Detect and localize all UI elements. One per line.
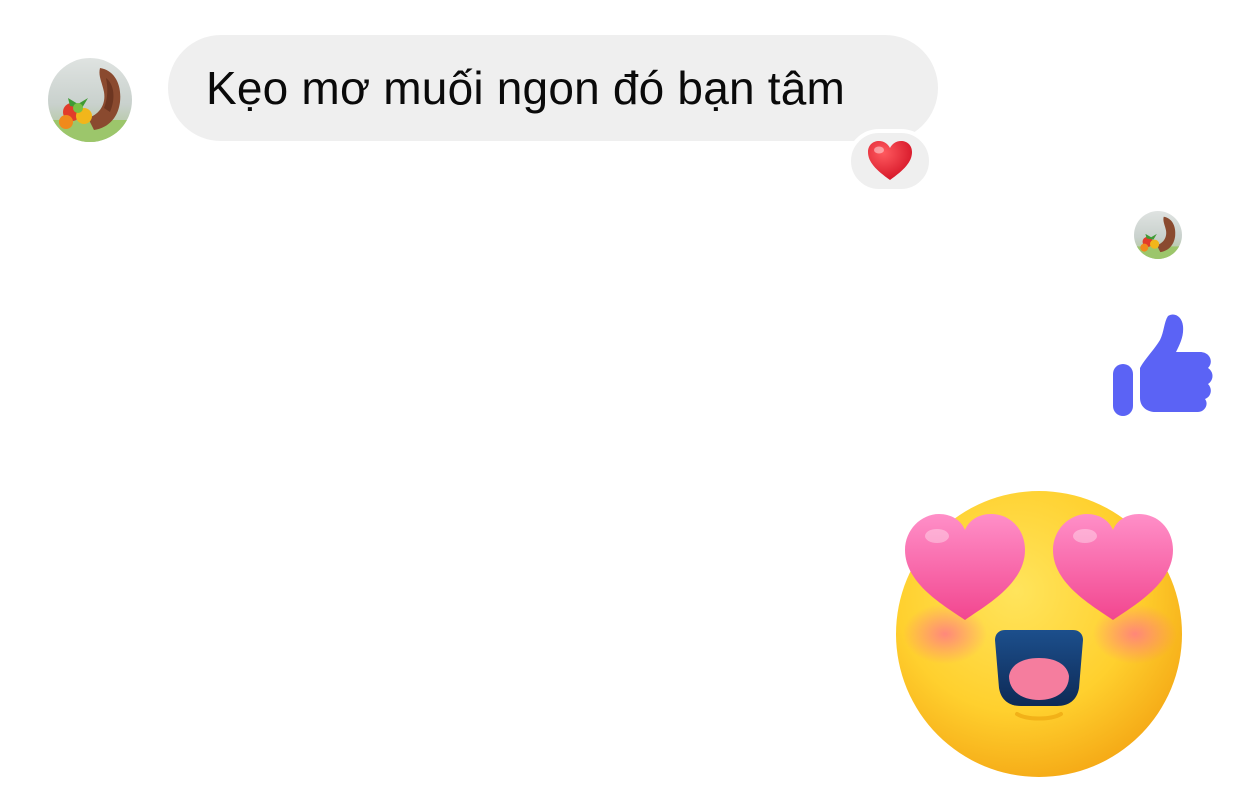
avatar-image: [48, 58, 132, 142]
heart-eyes-emoji: [896, 491, 1182, 777]
avatar-image: [1134, 211, 1182, 259]
red-heart-icon: [868, 141, 912, 180]
heart-eyes-sticker[interactable]: [893, 488, 1189, 784]
thumbs-up-sticker[interactable]: [1110, 310, 1218, 418]
message-text: Kẹo mơ muối ngon đó bạn tâm: [206, 62, 846, 114]
seen-by-avatar: [1134, 211, 1182, 259]
sender-avatar[interactable]: [48, 58, 132, 142]
message-reaction[interactable]: [847, 129, 933, 193]
thumbs-up-icon: [1113, 314, 1213, 416]
incoming-message-bubble[interactable]: Kẹo mơ muối ngon đó bạn tâm: [168, 35, 938, 141]
